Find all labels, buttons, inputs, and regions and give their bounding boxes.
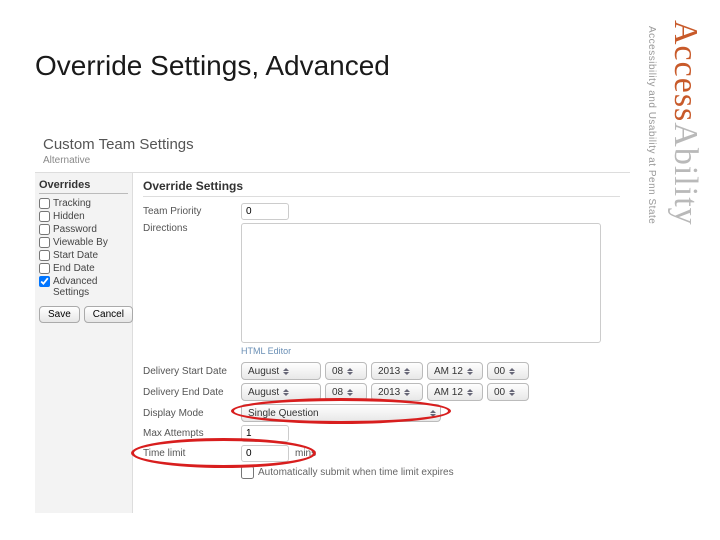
select-value: 2013	[378, 366, 400, 377]
stepper-icon	[404, 389, 410, 396]
watermark: Accessibility and Usability at Penn Stat…	[636, 20, 706, 520]
directions-textarea[interactable]	[241, 223, 601, 343]
stepper-icon	[283, 368, 289, 375]
brand-part-2: Ability	[667, 122, 704, 225]
checkbox-start-date[interactable]	[39, 250, 50, 261]
display-mode-label: Display Mode	[143, 408, 241, 419]
overrides-sidebar: Overrides Tracking Hidden Password Viewa…	[35, 173, 133, 513]
override-start-date[interactable]: Start Date	[39, 250, 128, 261]
panel-subtitle: Alternative	[43, 155, 622, 166]
start-year-select[interactable]: 2013	[371, 362, 423, 380]
override-label: Tracking	[53, 198, 91, 209]
panel-header: Custom Team Settings Alternative	[35, 130, 630, 173]
watermark-tagline: Accessibility and Usability at Penn Stat…	[646, 26, 657, 224]
end-day-select[interactable]: 08	[325, 383, 367, 401]
override-label: Hidden	[53, 211, 85, 222]
time-limit-label: Time limit	[143, 448, 241, 459]
override-viewable-by[interactable]: Viewable By	[39, 237, 128, 248]
directions-label: Directions	[143, 223, 241, 234]
max-attempts-input[interactable]	[241, 425, 289, 442]
main-heading: Override Settings	[143, 179, 620, 197]
start-month-select[interactable]: August	[241, 362, 321, 380]
checkbox-viewable-by[interactable]	[39, 237, 50, 248]
override-label: Advanced Settings	[53, 276, 128, 298]
slide-title: Override Settings, Advanced	[35, 50, 390, 82]
stepper-icon	[467, 368, 473, 375]
stepper-icon	[509, 389, 515, 396]
max-attempts-label: Max Attempts	[143, 428, 241, 439]
override-advanced-settings[interactable]: Advanced Settings	[39, 276, 128, 298]
override-settings-main: Override Settings Team Priority Directio…	[133, 173, 630, 513]
override-password[interactable]: Password	[39, 224, 128, 235]
settings-panel: Custom Team Settings Alternative Overrid…	[35, 130, 630, 525]
checkbox-advanced-settings[interactable]	[39, 276, 50, 287]
display-mode-select[interactable]: Single Question	[241, 404, 441, 422]
stepper-icon	[347, 389, 353, 396]
start-day-select[interactable]: 08	[325, 362, 367, 380]
sidebar-heading: Overrides	[39, 179, 128, 194]
select-value: AM 12	[434, 387, 463, 398]
select-value: August	[248, 366, 279, 377]
watermark-brand: AccessAbility	[666, 20, 704, 226]
stepper-icon	[347, 368, 353, 375]
override-hidden[interactable]: Hidden	[39, 211, 128, 222]
stepper-icon	[430, 410, 436, 417]
html-editor-link[interactable]: HTML Editor	[241, 346, 620, 356]
end-month-select[interactable]: August	[241, 383, 321, 401]
auto-submit-label: Automatically submit when time limit exp…	[258, 467, 454, 478]
end-year-select[interactable]: 2013	[371, 383, 423, 401]
stepper-icon	[509, 368, 515, 375]
start-minute-select[interactable]: 00	[487, 362, 529, 380]
panel-title: Custom Team Settings	[43, 136, 622, 153]
select-value: 2013	[378, 387, 400, 398]
override-label: Password	[53, 224, 97, 235]
brand-part-1: Access	[667, 20, 704, 122]
team-priority-label: Team Priority	[143, 206, 241, 217]
override-label: End Date	[53, 263, 95, 274]
end-ampm-select[interactable]: AM 12	[427, 383, 483, 401]
override-label: Start Date	[53, 250, 98, 261]
checkbox-hidden[interactable]	[39, 211, 50, 222]
select-value: Single Question	[248, 408, 319, 419]
select-value: AM 12	[434, 366, 463, 377]
override-end-date[interactable]: End Date	[39, 263, 128, 274]
time-limit-input[interactable]	[241, 445, 289, 462]
time-limit-unit: mins	[295, 448, 316, 459]
override-tracking[interactable]: Tracking	[39, 198, 128, 209]
select-value: 00	[494, 366, 505, 377]
auto-submit-checkbox[interactable]	[241, 466, 254, 479]
delivery-end-label: Delivery End Date	[143, 387, 241, 398]
stepper-icon	[404, 368, 410, 375]
select-value: August	[248, 387, 279, 398]
stepper-icon	[283, 389, 289, 396]
start-ampm-select[interactable]: AM 12	[427, 362, 483, 380]
stepper-icon	[467, 389, 473, 396]
checkbox-end-date[interactable]	[39, 263, 50, 274]
override-label: Viewable By	[53, 237, 108, 248]
end-minute-select[interactable]: 00	[487, 383, 529, 401]
checkbox-password[interactable]	[39, 224, 50, 235]
select-value: 08	[332, 387, 343, 398]
select-value: 08	[332, 366, 343, 377]
checkbox-tracking[interactable]	[39, 198, 50, 209]
select-value: 00	[494, 387, 505, 398]
save-button[interactable]: Save	[39, 306, 80, 323]
cancel-button[interactable]: Cancel	[84, 306, 133, 323]
team-priority-input[interactable]	[241, 203, 289, 220]
delivery-start-label: Delivery Start Date	[143, 366, 241, 377]
